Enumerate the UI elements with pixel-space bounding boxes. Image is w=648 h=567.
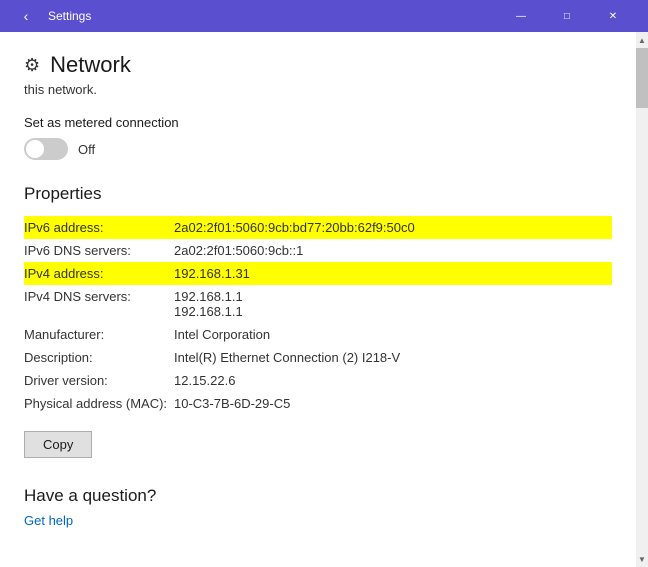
prop-key-driver-version: Driver version: xyxy=(24,373,174,388)
toggle-state-label: Off xyxy=(78,142,95,157)
main-content: ⚙ Network this network. Set as metered c… xyxy=(0,32,648,567)
prop-val-ipv4-dns-2: 192.168.1.1 xyxy=(174,304,612,319)
prop-key-ipv6-dns: IPv6 DNS servers: xyxy=(24,243,174,258)
prop-val-ipv4-dns: 192.168.1.1 192.168.1.1 xyxy=(174,289,612,319)
prop-val-description: Intel(R) Ethernet Connection (2) I218-V xyxy=(174,350,612,365)
title-bar-text: Settings xyxy=(48,9,498,23)
get-help-link[interactable]: Get help xyxy=(24,513,73,528)
prop-row-description: Description: Intel(R) Ethernet Connectio… xyxy=(24,346,612,369)
prop-val-mac: 10-C3-7B-6D-29-C5 xyxy=(174,396,612,411)
properties-table: IPv6 address: 2a02:2f01:5060:9cb:bd77:20… xyxy=(24,216,612,415)
content-area: ⚙ Network this network. Set as metered c… xyxy=(0,32,636,567)
prop-key-description: Description: xyxy=(24,350,174,365)
prop-val-manufacturer: Intel Corporation xyxy=(174,327,612,342)
scroll-down-arrow[interactable]: ▼ xyxy=(636,551,648,567)
prop-val-ipv6-dns: 2a02:2f01:5060:9cb::1 xyxy=(174,243,612,258)
minimize-button[interactable]: — xyxy=(498,0,544,32)
window-controls: — □ ✕ xyxy=(498,0,636,32)
prop-row-ipv4-dns: IPv4 DNS servers: 192.168.1.1 192.168.1.… xyxy=(24,285,612,323)
prop-row-manufacturer: Manufacturer: Intel Corporation xyxy=(24,323,612,346)
close-button[interactable]: ✕ xyxy=(590,0,636,32)
prop-val-driver-version: 12.15.22.6 xyxy=(174,373,612,388)
faq-heading: Have a question? xyxy=(24,486,612,506)
scroll-up-arrow[interactable]: ▲ xyxy=(636,32,648,48)
page-title: Network xyxy=(50,52,131,78)
maximize-button[interactable]: □ xyxy=(544,0,590,32)
prop-row-ipv4-address: IPv4 address: 192.168.1.31 xyxy=(24,262,612,285)
prop-val-ipv6-address: 2a02:2f01:5060:9cb:bd77:20bb:62f9:50c0 xyxy=(174,220,612,235)
metered-toggle[interactable] xyxy=(24,138,68,160)
back-button[interactable]: ‹ xyxy=(12,2,40,30)
metered-label: Set as metered connection xyxy=(24,115,612,130)
prop-row-ipv6-address: IPv6 address: 2a02:2f01:5060:9cb:bd77:20… xyxy=(24,216,612,239)
gear-icon: ⚙ xyxy=(24,55,40,76)
prop-row-ipv6-dns: IPv6 DNS servers: 2a02:2f01:5060:9cb::1 xyxy=(24,239,612,262)
toggle-knob xyxy=(26,140,44,158)
properties-heading: Properties xyxy=(24,184,612,204)
prop-key-manufacturer: Manufacturer: xyxy=(24,327,174,342)
toggle-row: Off xyxy=(24,138,612,160)
prop-val-ipv4-dns-1: 192.168.1.1 xyxy=(174,289,612,304)
prop-key-ipv6-address: IPv6 address: xyxy=(24,220,174,235)
prop-row-mac: Physical address (MAC): 10-C3-7B-6D-29-C… xyxy=(24,392,612,415)
prop-val-ipv4-address: 192.168.1.31 xyxy=(174,266,612,281)
scrollbar-thumb[interactable] xyxy=(636,48,648,108)
prop-key-mac: Physical address (MAC): xyxy=(24,396,174,411)
prop-key-ipv4-dns: IPv4 DNS servers: xyxy=(24,289,174,319)
prop-key-ipv4-address: IPv4 address: xyxy=(24,266,174,281)
scrollbar[interactable]: ▲ ▼ xyxy=(636,32,648,567)
copy-button[interactable]: Copy xyxy=(24,431,92,458)
scrollbar-track xyxy=(636,48,648,551)
prop-row-driver-version: Driver version: 12.15.22.6 xyxy=(24,369,612,392)
page-header: ⚙ Network xyxy=(24,52,612,78)
title-bar: ‹ Settings — □ ✕ xyxy=(0,0,648,32)
page-subtitle: this network. xyxy=(24,82,612,97)
